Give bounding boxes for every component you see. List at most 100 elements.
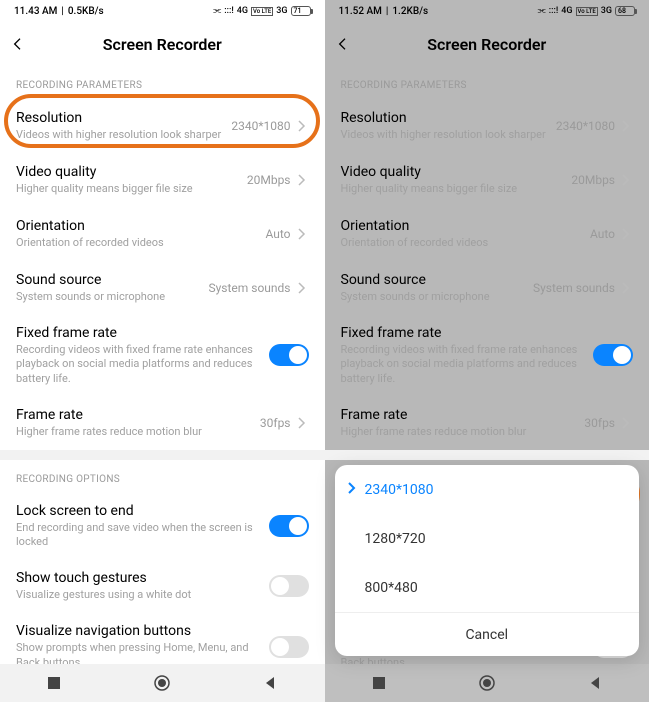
row-sub: Videos with higher resolution look sharp… [16,128,223,142]
row-title: Orientation [341,218,582,234]
row-value: 2340*1080 [556,119,615,133]
row-sub: Orientation of recorded videos [16,236,257,250]
status-bar: 11.52 AM | 1.2KB/s ⫘ :::! 4G Vo LTE 3G 6… [325,0,649,22]
header: Screen Recorder [0,22,325,66]
row-title: Fixed frame rate [341,325,586,341]
nav-bar [325,664,649,702]
nav-home[interactable] [153,674,171,692]
option-label: 800*480 [365,580,418,596]
back-button[interactable] [335,36,365,52]
row-sub: End recording and save video when the sc… [16,521,261,550]
option-1280-720[interactable]: 1280*720 [335,514,640,563]
resolution-dialog: 2340*1080 1280*720 800*480 Cancel [335,465,640,656]
row-sound-source: Sound source System sounds or microphone… [325,261,649,315]
status-time: 11.52 AM [339,6,382,17]
row-sub: Higher frame rates reduce motion blur [16,425,252,439]
toggle-fixed-frame-rate [593,344,633,366]
row-value: 2340*1080 [231,119,290,133]
battery-icon: 68 [615,6,635,16]
row-resolution[interactable]: Resolution Videos with higher resolution… [0,99,325,153]
chevron-left-icon [10,36,26,52]
row-frame-rate[interactable]: Frame rate Higher frame rates reduce mot… [0,396,325,450]
page-title: Screen Recorder [365,35,610,54]
checkmark-icon [347,482,363,498]
row-video-quality[interactable]: Video quality Higher quality means bigge… [0,153,325,207]
screen-right: 11.52 AM | 1.2KB/s ⫘ :::! 4G Vo LTE 3G 6… [325,0,649,702]
nav-back[interactable] [261,674,279,692]
row-sub: Higher frame rates reduce motion blur [341,425,577,439]
toggle-visualize-nav-buttons[interactable] [269,636,309,658]
status-net2: 3G [276,6,287,16]
row-visualize-nav-buttons[interactable]: Visualize navigation buttons Show prompt… [0,613,325,664]
nav-recents[interactable] [370,674,388,692]
option-label: 2340*1080 [365,482,434,498]
row-title: Frame rate [16,407,252,423]
row-sub: Recording videos with fixed frame rate e… [16,343,261,386]
page-title: Screen Recorder [40,35,285,54]
row-orientation: Orientation Orientation of recorded vide… [325,207,649,261]
cancel-button[interactable]: Cancel [335,612,640,656]
battery-icon: 71 [291,6,311,16]
status-speed: 0.5KB/s [68,6,104,17]
row-resolution: Resolution Videos with higher resolution… [325,99,649,153]
nav-recents[interactable] [45,674,63,692]
row-title: Video quality [16,164,239,180]
row-sub: System sounds or microphone [16,290,200,304]
row-title: Show touch gestures [16,570,261,586]
row-value: 30fps [260,416,291,430]
chevron-right-icon [295,174,309,186]
back-button[interactable] [10,36,40,52]
status-net2: 3G [601,6,612,16]
status-net: 4G [561,6,572,16]
status-bar: 11.43 AM | 0.5KB/s ⫘ :::! 4G Vo LTE 3G 7… [0,0,325,22]
row-sub: Higher quality means bigger file size [16,182,239,196]
nav-home[interactable] [478,674,496,692]
row-sub: Orientation of recorded videos [341,236,582,250]
toggle-fixed-frame-rate[interactable] [269,344,309,366]
row-title: Video quality [341,164,564,180]
row-title: Sound source [341,272,525,288]
row-title: Fixed frame rate [16,325,261,341]
screen-left: 11.43 AM | 0.5KB/s ⫘ :::! 4G Vo LTE 3G 7… [0,0,325,702]
row-sub: Show prompts when pressing Home, Menu, a… [16,641,261,664]
row-title: Orientation [16,218,257,234]
row-sub: Visualize gestures using a white dot [16,588,261,602]
row-value: 30fps [584,416,615,430]
nav-bar [0,664,325,702]
option-2340-1080[interactable]: 2340*1080 [335,465,640,514]
section-recording-options: RECORDING OPTIONS [0,460,325,493]
chevron-right-icon [295,120,309,132]
row-orientation[interactable]: Orientation Orientation of recorded vide… [0,207,325,261]
settings-list[interactable]: RECORDING PARAMETERS Resolution Videos w… [0,66,325,664]
section-gap [325,450,649,460]
row-value: System sounds [533,281,615,295]
row-value: Auto [265,227,290,241]
toggle-lock-screen-to-end[interactable] [269,515,309,537]
row-fixed-frame-rate[interactable]: Fixed frame rate Recording videos with f… [0,315,325,396]
option-800-480[interactable]: 800*480 [335,563,640,612]
wifi-icon: ⫘ [213,6,221,16]
header: Screen Recorder [325,22,649,66]
row-title: Sound source [16,272,200,288]
chevron-right-icon [295,282,309,294]
row-title: Visualize navigation buttons [16,623,261,639]
row-title: Frame rate [341,407,577,423]
status-net: 4G [237,6,248,16]
wifi-icon: ⫘ [538,6,546,16]
row-show-touch-gestures[interactable]: Show touch gestures Visualize gestures u… [0,559,325,613]
row-sound-source[interactable]: Sound source System sounds or microphone… [0,261,325,315]
row-lock-screen-to-end[interactable]: Lock screen to end End recording and sav… [0,493,325,560]
chevron-right-icon [619,228,633,240]
status-volte: Vo LTE [576,7,598,16]
nav-back[interactable] [586,674,604,692]
row-value: Auto [590,227,615,241]
toggle-show-touch-gestures[interactable] [269,575,309,597]
chevron-right-icon [619,417,633,429]
status-volte: Vo LTE [251,7,273,16]
row-value: 20Mbps [571,173,615,187]
row-sub: System sounds or microphone [341,290,525,304]
option-label: 1280*720 [365,531,426,547]
row-fixed-frame-rate: Fixed frame rate Recording videos with f… [325,315,649,396]
row-frame-rate: Frame rate Higher frame rates reduce mot… [325,396,649,450]
row-video-quality: Video quality Higher quality means bigge… [325,153,649,207]
